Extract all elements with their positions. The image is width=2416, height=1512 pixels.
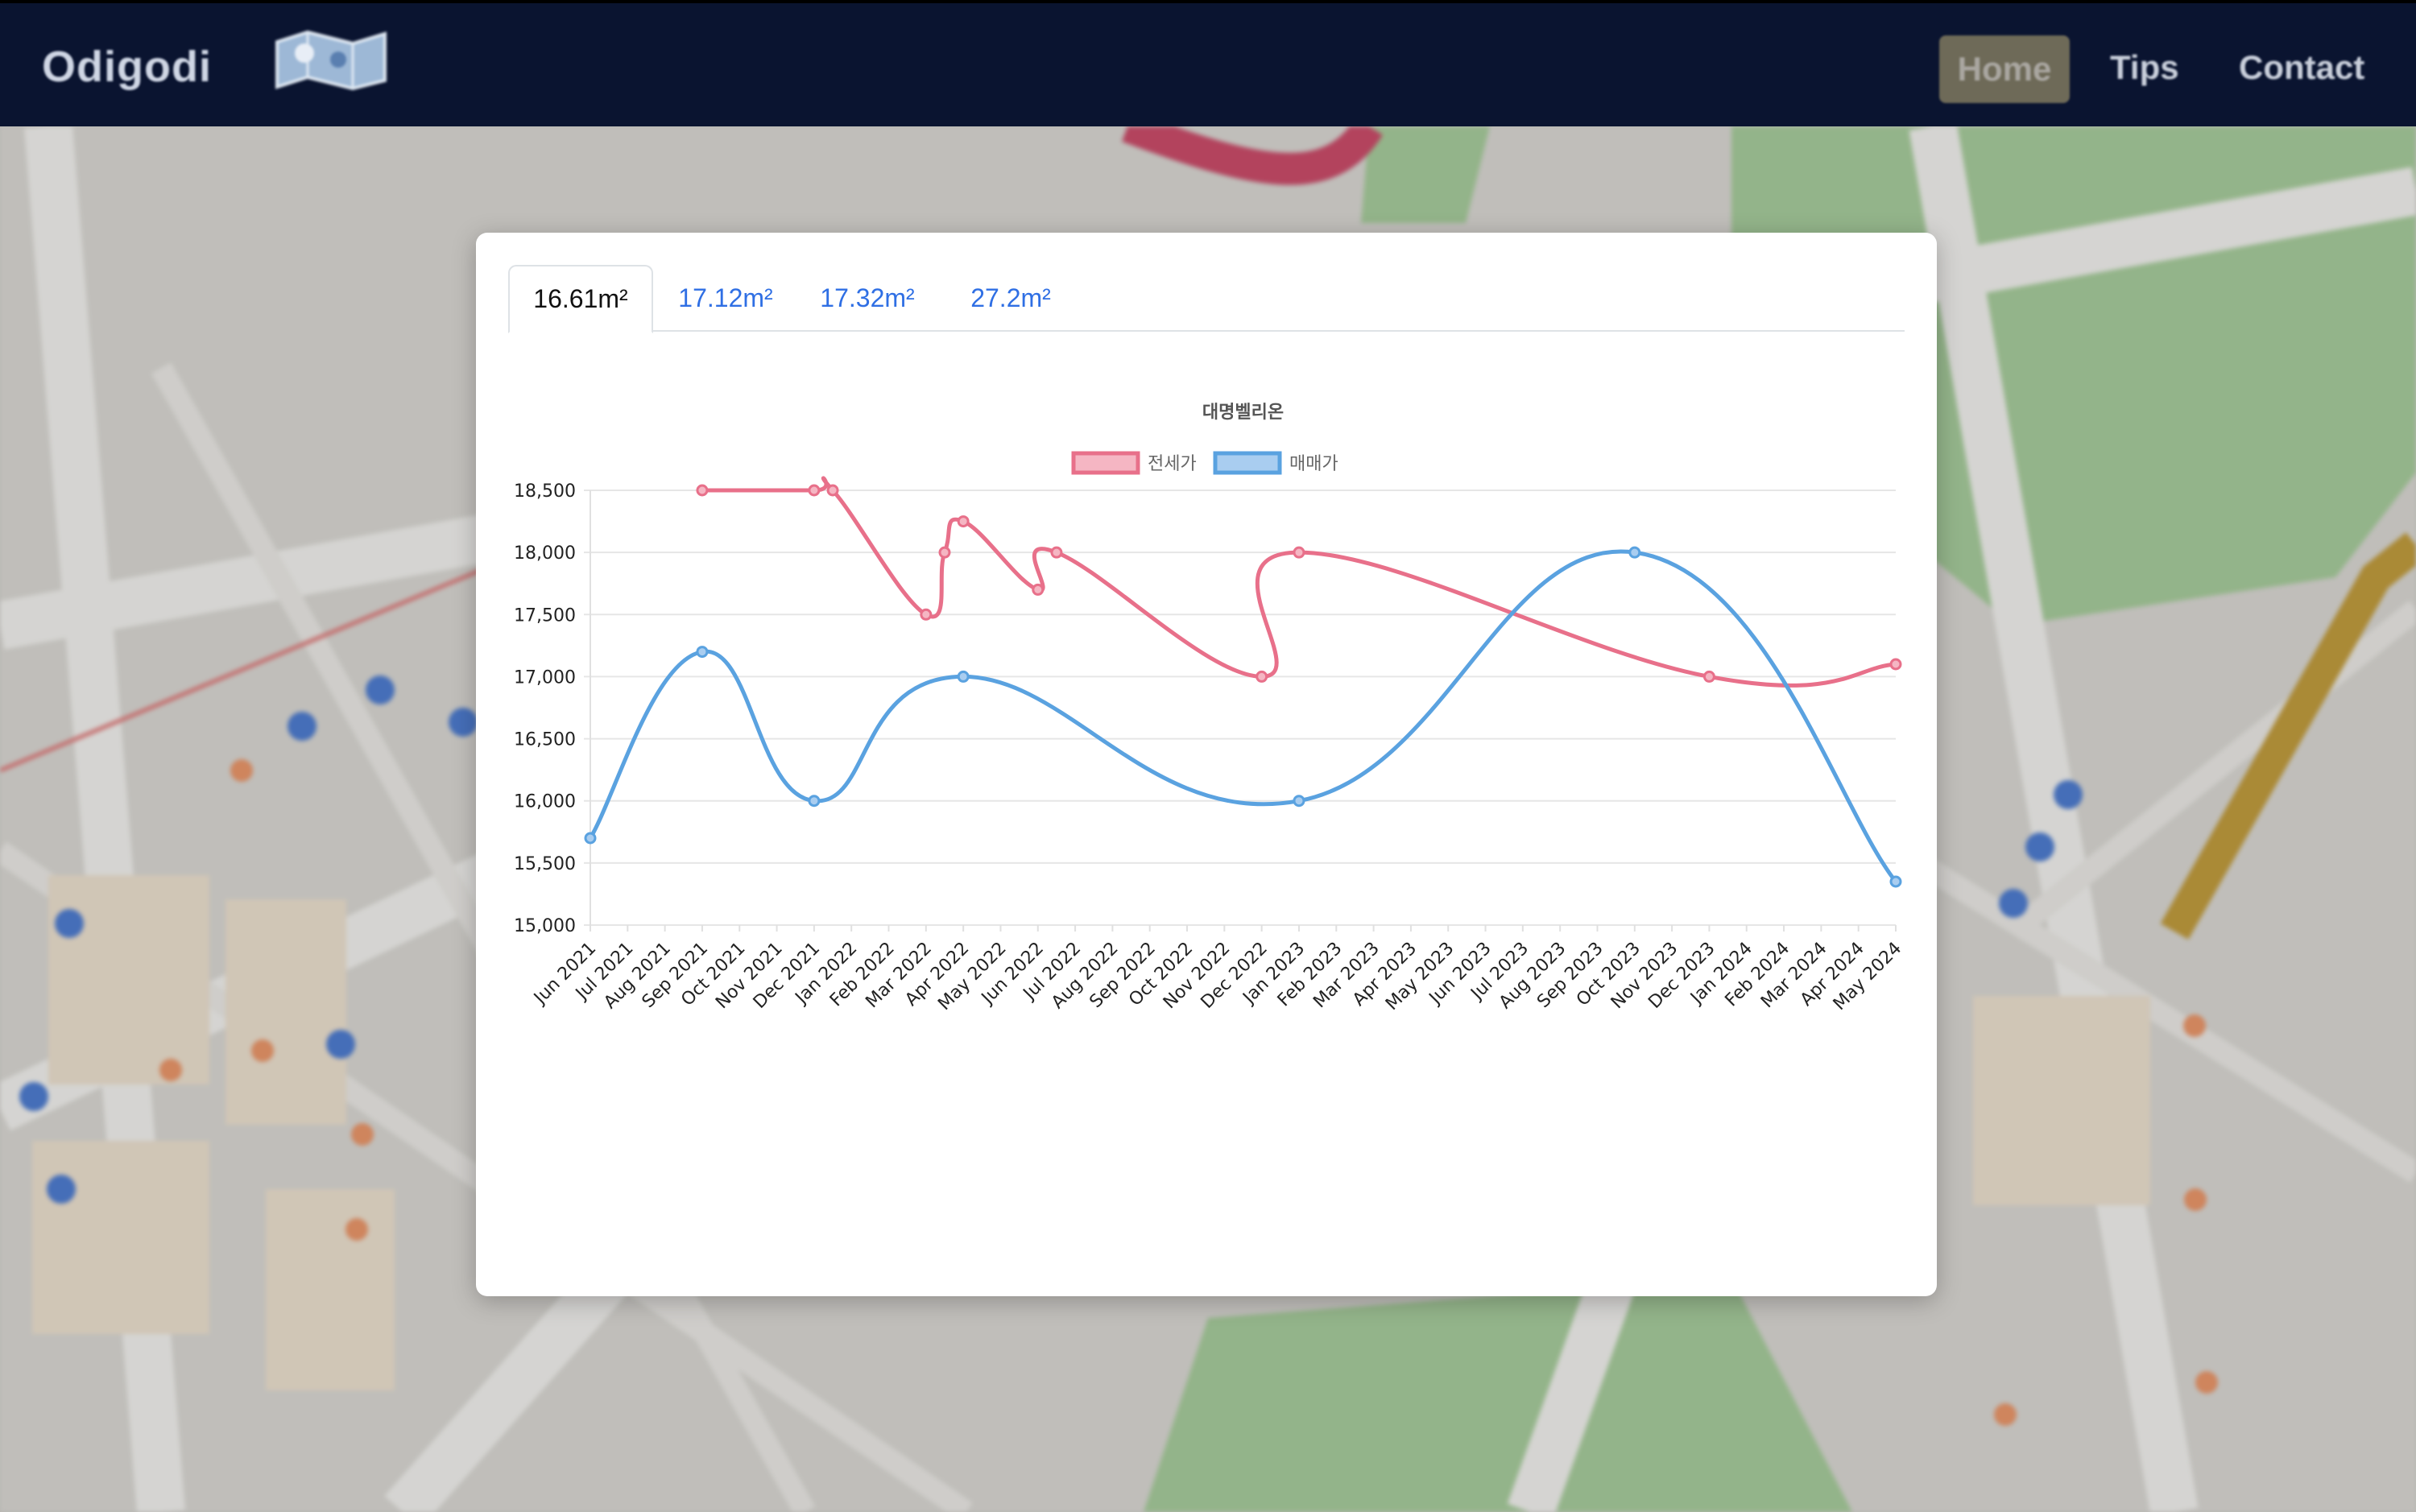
nav-tips-link[interactable]: Tips: [2110, 48, 2179, 87]
jeonse-point: [957, 515, 970, 528]
maemae-point: [696, 646, 709, 659]
jeonse-point: [826, 484, 839, 497]
jeonse-point: [1050, 546, 1063, 559]
legend-label: 전세가: [1148, 454, 1197, 474]
nav-home-link[interactable]: Home: [1939, 35, 2070, 103]
jeonse-point: [1256, 670, 1268, 683]
nav-contact-link[interactable]: Contact: [2239, 48, 2364, 87]
y-tick-label: 15,500: [514, 854, 576, 874]
maemae-point: [808, 795, 821, 808]
jeonse-point: [920, 608, 933, 621]
jeonse-line: [701, 476, 1897, 688]
legend-swatch: [1071, 451, 1140, 475]
y-tick-label: 16,500: [514, 730, 576, 750]
maemae-point: [1889, 875, 1902, 888]
jeonse-point: [1889, 658, 1902, 671]
map-logo-icon[interactable]: [272, 27, 390, 92]
jeonse-point: [1293, 546, 1305, 559]
brand-name[interactable]: Odigodi: [42, 42, 212, 92]
jeonse-point: [1032, 583, 1045, 596]
y-tick-label: 18,500: [514, 481, 576, 502]
price-chart-modal: 16.61m² 17.12m² 17.32m² 27.2m² 대명벨리온 전세가 매…: [476, 233, 1937, 1296]
legend-swatch: [1213, 451, 1282, 475]
maemae-point: [957, 670, 970, 683]
jeonse-point: [696, 484, 709, 497]
maemae-line: [588, 549, 1897, 883]
chart-title: 대명벨리온: [1202, 403, 1284, 423]
legend-label: 매매가: [1289, 454, 1338, 474]
y-tick-label: 17,000: [514, 667, 576, 688]
jeonse-point: [1702, 670, 1715, 683]
price-line-chart: 대명벨리온전세가 매매가 15,000 15,500 16,000 16,500 17,00…: [514, 403, 1905, 1014]
jeonse-point: [808, 484, 821, 497]
navbar: Odigodi Home Tips Contact: [0, 0, 2416, 126]
y-tick-label: 18,000: [514, 543, 576, 564]
y-tick-label: 16,000: [514, 792, 576, 812]
y-tick-label: 15,000: [514, 916, 576, 936]
y-tick-label: 17,500: [514, 605, 576, 626]
maemae-point: [584, 832, 597, 845]
jeonse-point: [938, 546, 951, 559]
maemae-point: [1628, 546, 1641, 559]
maemae-point: [1293, 795, 1305, 808]
